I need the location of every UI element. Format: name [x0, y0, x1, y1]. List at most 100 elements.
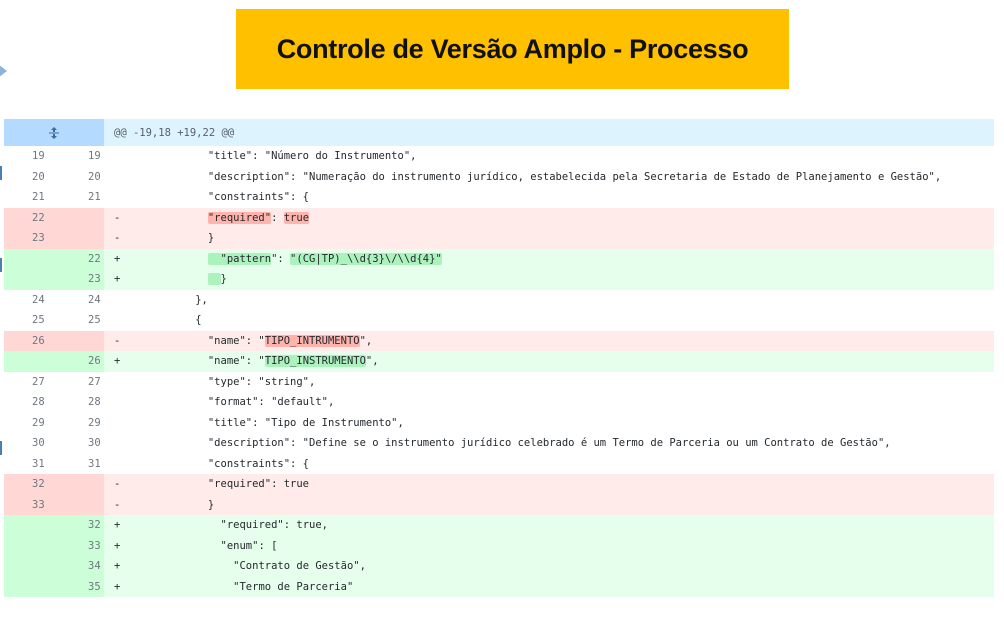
changed-token: TIPO_INSTRUMENTO: [264, 355, 366, 368]
new-line-number[interactable]: [54, 207, 104, 228]
context-line: 25 25 {: [4, 310, 994, 331]
code-text: "enum": [: [132, 540, 994, 552]
code-text: "description": "Numeração do instrumento…: [132, 171, 994, 183]
edge-marker: [0, 258, 2, 272]
diff-view: @@ -19,18 +19,22 @@ 19 19 "title": "Númer…: [4, 119, 994, 597]
old-line-number[interactable]: 19: [4, 146, 54, 167]
code-text: "name": "TIPO_INSTRUMENTO",: [132, 355, 994, 368]
diff-sign: -: [114, 334, 121, 347]
code-text: "required": true,: [132, 519, 994, 531]
context-line: 31 31 "constraints": {: [4, 453, 994, 475]
new-line-number[interactable]: 32: [54, 515, 104, 536]
context-line: 28 28 "format": "default",: [4, 392, 994, 413]
new-line-number[interactable]: 31: [54, 454, 104, 475]
old-line-number[interactable]: 25: [4, 310, 54, 331]
changed-token: true: [283, 211, 310, 224]
new-line-number[interactable]: 34: [54, 556, 104, 577]
old-line-number[interactable]: [4, 556, 54, 577]
changed-token: [207, 273, 221, 286]
code-text: "Termo de Parceria": [132, 581, 994, 593]
diff-sign: +: [114, 519, 121, 532]
deleted-line: 33 - }: [4, 494, 994, 515]
old-line-number[interactable]: 28: [4, 392, 54, 413]
code-token: "format": "default",: [207, 396, 335, 409]
new-line-number[interactable]: 26: [54, 351, 104, 372]
code-token: "Termo de Parceria": [233, 580, 354, 593]
code-text: "type": "string",: [132, 376, 994, 388]
code-token: "title": "Número do Instrumento",: [207, 150, 417, 163]
code-token: ":: [271, 252, 291, 265]
expand-vertical-icon[interactable]: [4, 119, 104, 146]
new-line-number[interactable]: [54, 474, 104, 495]
code-token: }: [220, 273, 227, 286]
deleted-line: 32 - "required": true: [4, 474, 994, 495]
slide-title: Controle de Versão Amplo - Processo: [276, 33, 749, 64]
new-line-number[interactable]: 25: [54, 310, 104, 331]
old-line-number[interactable]: 22: [4, 207, 54, 228]
old-line-number[interactable]: [4, 515, 54, 536]
old-line-number[interactable]: 31: [4, 454, 54, 475]
new-line-number[interactable]: 23: [54, 269, 104, 290]
old-line-number[interactable]: 33: [4, 494, 54, 515]
deleted-line: 26 - "name": "TIPO_INTRUMENTO",: [4, 330, 994, 351]
code-text: }: [132, 232, 994, 244]
new-line-number[interactable]: 30: [54, 433, 104, 454]
context-line: 20 20 "description": "Numeração do instru…: [4, 166, 994, 188]
changed-token: "(CG|TP)_\\d{3}\/\\d{4}": [290, 252, 442, 265]
old-line-number[interactable]: 23: [4, 228, 54, 249]
diff-lines: 19 19 "title": "Número do Instrumento", 20…: [4, 146, 994, 597]
code-text: "constraints": {: [132, 458, 994, 470]
code-text: }: [132, 499, 994, 511]
new-line-number[interactable]: 22: [54, 248, 104, 269]
added-line: 33 + "enum": [: [4, 535, 994, 556]
new-line-number[interactable]: [54, 330, 104, 351]
code-text: "description": "Define se o instrumento …: [132, 437, 994, 449]
old-line-number[interactable]: 27: [4, 372, 54, 393]
old-line-number[interactable]: [4, 535, 54, 556]
context-line: 30 30 "description": "Define se o instrum…: [4, 433, 994, 454]
code-text: "pattern": "(CG|TP)_\\d{3}\/\\d{4}": [132, 252, 994, 265]
old-line-number[interactable]: 30: [4, 433, 54, 454]
new-line-number[interactable]: 20: [54, 167, 104, 188]
code-token: "constraints": {: [207, 191, 310, 204]
context-line: 29 29 "title": "Tipo de Instrumento",: [4, 412, 994, 434]
old-line-number[interactable]: [4, 351, 54, 372]
old-line-number[interactable]: 20: [4, 167, 54, 188]
old-line-number[interactable]: [4, 248, 54, 269]
old-line-number[interactable]: [4, 576, 54, 597]
new-line-number[interactable]: 33: [54, 535, 104, 556]
new-line-number[interactable]: 35: [54, 576, 104, 597]
old-line-number[interactable]: 21: [4, 187, 54, 208]
new-line-number[interactable]: 24: [54, 290, 104, 311]
old-line-number[interactable]: [4, 269, 54, 290]
added-line: 34 + "Contrato de Gestão",: [4, 556, 994, 577]
old-line-number[interactable]: 26: [4, 330, 54, 351]
code-token: "required": true: [207, 478, 310, 491]
context-line: 19 19 "title": "Número do Instrumento",: [4, 146, 994, 167]
code-token: "description": "Numeração do instrumento…: [207, 170, 942, 183]
code-text: {: [132, 314, 994, 326]
slide-title-banner: Controle de Versão Amplo - Processo: [236, 9, 789, 89]
new-line-number[interactable]: 21: [54, 187, 104, 208]
code-text: "format": "default",: [132, 396, 994, 408]
new-line-number[interactable]: 19: [54, 146, 104, 167]
context-line: 21 21 "constraints": {: [4, 187, 994, 208]
old-line-number[interactable]: 24: [4, 290, 54, 311]
code-token: },: [195, 293, 208, 306]
added-line: 26 + "name": "TIPO_INSTRUMENTO",: [4, 351, 994, 372]
code-token: }: [207, 232, 215, 245]
new-line-number[interactable]: [54, 228, 104, 249]
arrow-right-icon: [0, 61, 7, 81]
new-line-number[interactable]: 29: [54, 413, 104, 434]
new-line-number[interactable]: 28: [54, 392, 104, 413]
code-token: "description": "Define se o instrumento …: [207, 437, 891, 450]
new-line-number[interactable]: 27: [54, 372, 104, 393]
old-line-number[interactable]: 32: [4, 474, 54, 495]
code-token: "title": "Tipo de Instrumento",: [207, 416, 404, 429]
old-line-number[interactable]: 29: [4, 413, 54, 434]
code-token: "name": ": [207, 334, 265, 347]
code-token: {: [195, 314, 202, 327]
deleted-line: 23 - }: [4, 228, 994, 249]
code-token: :: [271, 211, 284, 224]
new-line-number[interactable]: [54, 494, 104, 515]
